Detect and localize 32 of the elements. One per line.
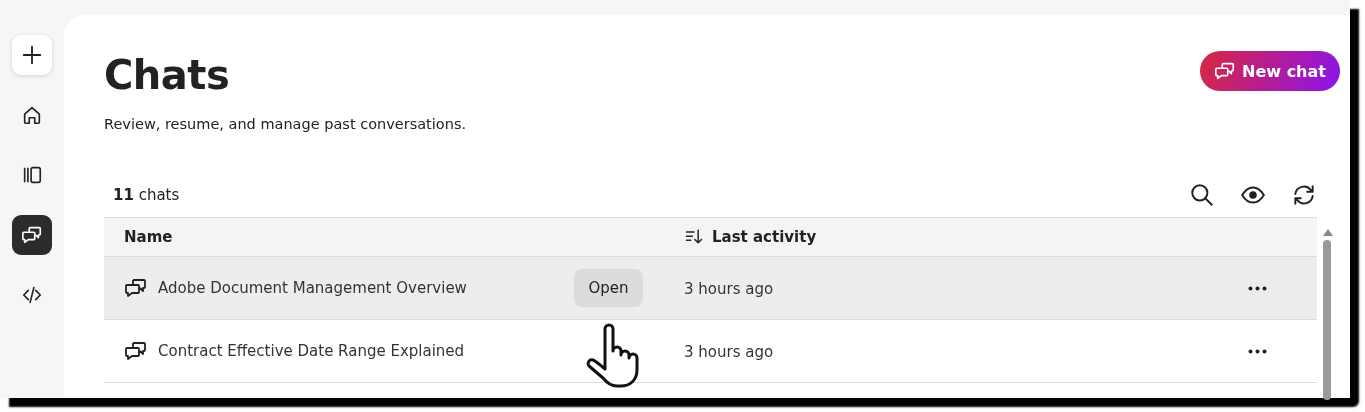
library-icon [21, 164, 43, 186]
home-icon [21, 104, 43, 126]
chat-bubbles-icon [1214, 60, 1237, 82]
last-activity: 3 hours ago [684, 342, 774, 361]
chat-bubbles-icon [124, 339, 148, 363]
sidebar-item[interactable] [12, 215, 52, 255]
chat-bubbles-icon [124, 276, 148, 300]
refresh-icon [1291, 182, 1317, 208]
chat-name: Contract Effective Date Range Explained [158, 342, 465, 360]
more-icon [1247, 285, 1268, 291]
chat-count: 11 chats [113, 186, 180, 204]
new-chat-button[interactable]: New chat [1200, 51, 1340, 91]
code-icon [21, 284, 43, 306]
more-button[interactable] [1247, 348, 1268, 354]
page-subtitle: Review, resume, and manage past conversations. [104, 116, 467, 132]
chat-name: Adobe Document Management Overview [158, 279, 467, 297]
open-button[interactable]: Open [574, 269, 643, 307]
refresh-button[interactable] [1291, 182, 1317, 208]
page-title: Chats [104, 51, 230, 99]
last-activity: 3 hours ago [684, 279, 774, 298]
plus-icon [21, 44, 43, 66]
hand-cursor-icon [586, 323, 640, 389]
new-button[interactable] [12, 35, 52, 75]
column-header[interactable]: Last activity [674, 227, 1247, 247]
more-icon [1247, 348, 1268, 354]
more-button[interactable] [1247, 285, 1268, 291]
chat-bubbles-icon [21, 224, 43, 246]
search-button[interactable] [1189, 182, 1215, 208]
scrollbar[interactable] [1323, 229, 1331, 399]
table-row[interactable]: Adobe Document Management Overview Open 3 hours ago [104, 257, 1317, 320]
column-header[interactable]: Name [104, 228, 674, 246]
search-icon [1189, 182, 1215, 208]
